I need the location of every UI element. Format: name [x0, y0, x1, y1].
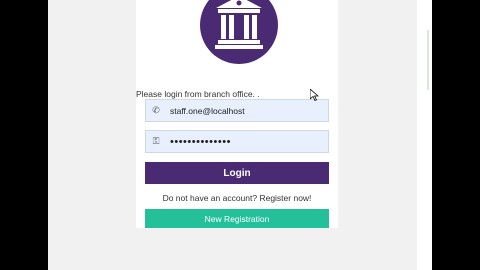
register-prompt: Do not have an account? Register now!	[162, 193, 312, 203]
key-icon: ⚿	[152, 136, 160, 146]
right-scrollbar[interactable]	[417, 0, 432, 270]
login-prompt: Please login from branch office. .	[136, 89, 260, 99]
username-field[interactable]: ✆	[145, 99, 329, 122]
username-input[interactable]	[166, 105, 320, 116]
password-field[interactable]: ⚿	[145, 130, 329, 153]
scrollbar-thumb[interactable]	[427, 30, 429, 90]
password-input[interactable]	[166, 135, 320, 148]
login-button[interactable]: Login	[145, 162, 329, 184]
phone-icon: ✆	[152, 105, 160, 115]
mouse-cursor-icon	[309, 88, 320, 106]
new-registration-button[interactable]: New Registration	[145, 209, 329, 228]
bank-logo-icon	[200, 0, 278, 64]
